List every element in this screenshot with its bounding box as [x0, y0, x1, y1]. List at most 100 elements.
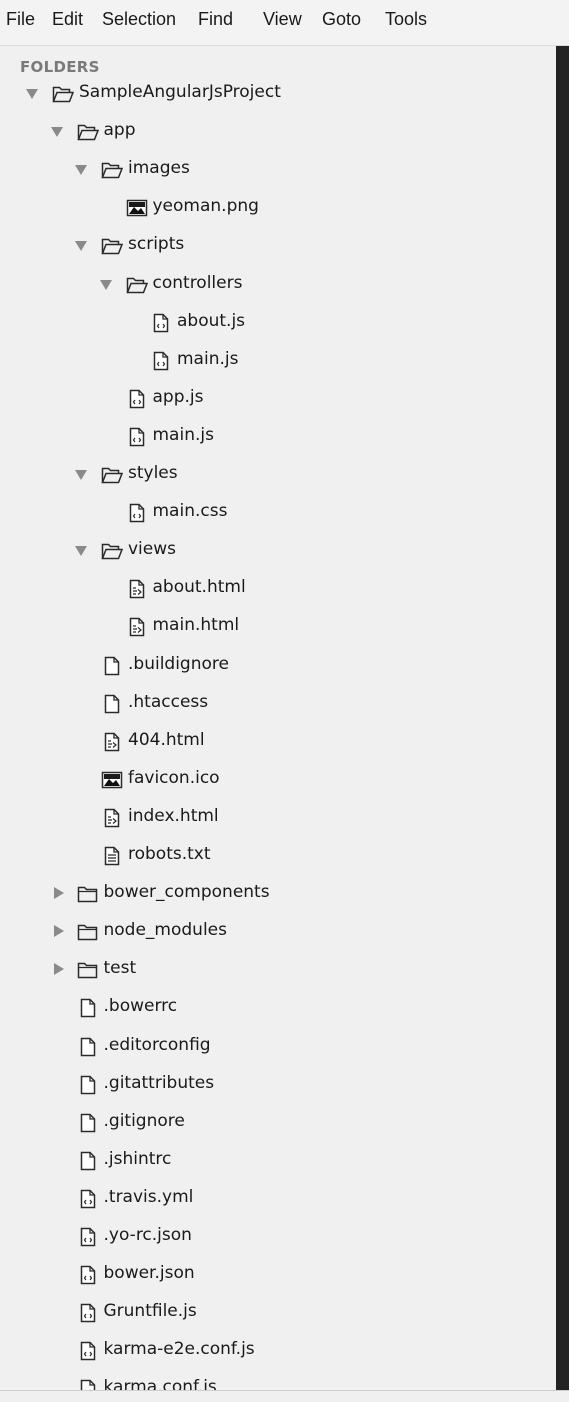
markup-file-icon	[126, 579, 148, 599]
disclosure-collapsed-icon[interactable]	[53, 963, 64, 976]
folder-open-icon	[125, 275, 148, 295]
tree-folder-row[interactable]: node_modules	[0, 916, 556, 948]
code-file-icon	[77, 1189, 99, 1209]
code-file-icon	[77, 1379, 99, 1390]
tree-folder-row[interactable]: images	[0, 154, 556, 186]
tree-item-label: .gitignore	[103, 1110, 185, 1131]
tree-file-row[interactable]: .yo-rc.json	[0, 1221, 556, 1253]
folder-icon	[77, 922, 99, 942]
code-file-icon	[77, 1303, 99, 1323]
code-file-icon	[77, 1265, 99, 1285]
tree-item-label: karma-e2e.conf.js	[103, 1339, 255, 1360]
code-file-icon	[126, 503, 148, 523]
tree-item-label: .yo-rc.json	[103, 1225, 192, 1245]
code-file-icon	[150, 313, 172, 333]
tree-file-row[interactable]: 404.html	[0, 726, 556, 758]
tree-file-row[interactable]: index.html	[0, 802, 556, 834]
tree-file-row[interactable]: app.js	[0, 383, 556, 415]
tree-item-label: about.js	[177, 310, 246, 331]
tree-item-label: .travis.yml	[103, 1186, 194, 1207]
tree-file-row[interactable]: .gitattributes	[0, 1069, 556, 1101]
tree-folder-row[interactable]: app	[0, 116, 556, 148]
tree-file-row[interactable]: karma.conf.js	[0, 1373, 556, 1390]
menu-find[interactable]: Find	[198, 9, 233, 30]
tree-file-row[interactable]: .buildignore	[0, 650, 556, 682]
file-icon	[77, 1037, 99, 1057]
tree-item-label: app	[103, 120, 136, 141]
tree-item-label: main.js	[152, 424, 214, 445]
tree-item-label: views	[128, 539, 177, 560]
tree-file-row[interactable]: about.js	[0, 307, 556, 339]
menu-file[interactable]: File	[6, 9, 35, 30]
tree-folder-row[interactable]: test	[0, 954, 556, 986]
image-file-icon	[101, 770, 123, 790]
tree-item-label: karma.conf.js	[103, 1377, 217, 1390]
tree-file-row[interactable]: yeoman.png	[0, 192, 556, 224]
tree-item-label: main.html	[152, 615, 240, 636]
tree-file-row[interactable]: bower.json	[0, 1259, 556, 1291]
file-icon	[77, 1113, 99, 1133]
menu-tools[interactable]: Tools	[385, 9, 427, 30]
disclosure-expanded-icon[interactable]	[75, 165, 87, 176]
disclosure-collapsed-icon[interactable]	[53, 925, 64, 938]
disclosure-collapsed-icon[interactable]	[53, 887, 64, 900]
folder-icon	[77, 884, 99, 904]
tree-file-row[interactable]: .gitignore	[0, 1107, 556, 1139]
menu-goto[interactable]: Goto	[322, 9, 361, 30]
tree-file-row[interactable]: .editorconfig	[0, 1031, 556, 1063]
tree-file-row[interactable]: favicon.ico	[0, 764, 556, 796]
tree-folder-row[interactable]: bower_components	[0, 878, 556, 910]
tree-file-row[interactable]: robots.txt	[0, 840, 556, 872]
tree-folder-row[interactable]: views	[0, 535, 556, 567]
tree-item-label: images	[128, 158, 190, 179]
tree-folder-row[interactable]: SampleAngularJsProject	[0, 78, 556, 110]
text-file-icon	[101, 846, 123, 866]
tree-item-label: .editorconfig	[103, 1034, 211, 1055]
menu-view[interactable]: View	[263, 9, 302, 30]
tree-file-row[interactable]: main.html	[0, 611, 556, 643]
disclosure-expanded-icon[interactable]	[75, 241, 87, 252]
tree-file-row[interactable]: .jshintrc	[0, 1145, 556, 1177]
tree-item-label: about.html	[152, 577, 246, 598]
markup-file-icon	[126, 617, 148, 637]
disclosure-expanded-icon[interactable]	[75, 470, 87, 480]
disclosure-expanded-icon[interactable]	[99, 279, 112, 290]
tree-file-row[interactable]: main.js	[0, 345, 556, 377]
tree-item-label: .bowerrc	[103, 996, 178, 1017]
code-file-icon	[77, 1227, 99, 1247]
tree-item-label: main.js	[177, 348, 239, 369]
menu-selection[interactable]: Selection	[102, 9, 176, 30]
tree-file-row[interactable]: main.js	[0, 421, 556, 453]
tree-item-label: styles	[128, 463, 178, 483]
folder-icon	[77, 960, 99, 980]
tree-item-label: favicon.ico	[128, 767, 220, 788]
markup-file-icon	[101, 732, 123, 752]
tree-file-row[interactable]: main.css	[0, 497, 556, 529]
editor-edge	[556, 46, 569, 1390]
code-file-icon	[150, 351, 172, 371]
tree-item-label: .htaccess	[128, 691, 209, 712]
tree-item-label: SampleAngularJsProject	[79, 82, 281, 102]
tree-file-row[interactable]: .htaccess	[0, 688, 556, 720]
tree-folder-row[interactable]: styles	[0, 459, 556, 491]
tree-folder-row[interactable]: scripts	[0, 230, 556, 262]
tree-item-label: bower_components	[103, 882, 270, 903]
code-file-icon	[77, 1341, 99, 1361]
menu-edit[interactable]: Edit	[52, 9, 83, 30]
tree-item-label: test	[103, 958, 137, 979]
image-file-icon	[126, 198, 148, 218]
disclosure-expanded-icon[interactable]	[50, 127, 63, 138]
tree-file-row[interactable]: Gruntfile.js	[0, 1297, 556, 1329]
tree-file-row[interactable]: .travis.yml	[0, 1183, 556, 1215]
folder-open-icon	[101, 465, 124, 485]
tree-file-row[interactable]: .bowerrc	[0, 992, 556, 1024]
tree-item-label: .buildignore	[128, 653, 229, 674]
menu-bar: File Edit Selection Find View Goto Tools	[0, 0, 569, 46]
tree-file-row[interactable]: karma-e2e.conf.js	[0, 1335, 556, 1367]
tree-item-label: main.css	[152, 501, 228, 522]
disclosure-expanded-icon[interactable]	[26, 89, 38, 99]
file-icon	[77, 998, 99, 1018]
tree-file-row[interactable]: about.html	[0, 573, 556, 605]
tree-folder-row[interactable]: controllers	[0, 269, 556, 301]
disclosure-expanded-icon[interactable]	[75, 546, 87, 557]
